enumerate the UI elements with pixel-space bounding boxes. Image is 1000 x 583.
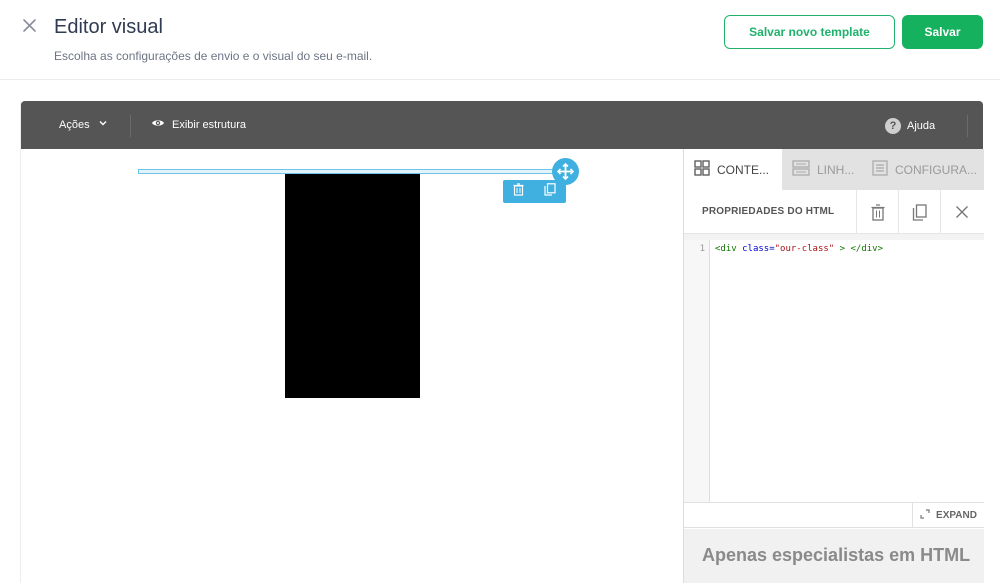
expand-label: EXPAND: [936, 510, 977, 521]
expert-notice-text: Apenas especialistas em HTML: [702, 545, 971, 565]
code-line[interactable]: <div class="our-class" > </div>: [715, 244, 883, 254]
trash-icon[interactable]: [513, 182, 524, 201]
content-block[interactable]: [285, 174, 420, 398]
save-new-template-button[interactable]: Salvar novo template: [724, 15, 895, 49]
close-icon[interactable]: [20, 16, 40, 36]
code-attr-value: "our-class": [774, 244, 835, 254]
expert-notice: Apenas especialistas em HTML: [684, 529, 984, 583]
help-button[interactable]: ? Ajuda: [885, 118, 935, 134]
rows-icon: [792, 160, 810, 179]
tab-rows-label: LINH...: [817, 162, 855, 177]
help-label: Ajuda: [907, 120, 936, 132]
grid-icon: [694, 160, 710, 179]
expand-button[interactable]: EXPAND: [912, 503, 984, 528]
page-subtitle: Escolha as configurações de envio e o vi…: [54, 49, 373, 63]
chevron-down-icon: [98, 118, 108, 131]
toolbar-divider: [130, 115, 131, 137]
code-footer: EXPAND: [684, 502, 984, 528]
editor-toolbar: Ações Exibir estrutura ? Ajuda: [21, 101, 983, 149]
duplicate-icon[interactable]: [544, 182, 556, 201]
actions-dropdown[interactable]: Ações: [59, 118, 108, 131]
help-icon: ?: [885, 118, 901, 134]
close-panel-button[interactable]: [940, 190, 982, 234]
view-structure-label: Exibir estrutura: [172, 118, 246, 131]
trash-icon: [871, 203, 884, 221]
toolbar-divider: [967, 115, 968, 137]
expand-icon: [920, 509, 930, 522]
code-tag-close: > </div>: [834, 244, 884, 254]
settings-doc-icon: [872, 160, 888, 179]
line-number: 1: [699, 244, 705, 254]
view-structure-button[interactable]: Exibir estrutura: [151, 118, 246, 131]
code-tag-open: <div: [715, 244, 737, 254]
properties-panel: CONTE... LINH... CONFIGURA... PROPRIEDAD…: [683, 149, 984, 583]
tab-settings-label: CONFIGURA...: [895, 162, 978, 177]
properties-title: PROPRIEDADES DO HTML: [702, 206, 835, 217]
page-title: Editor visual: [54, 16, 163, 38]
block-tools: [503, 180, 566, 203]
actions-label: Ações: [59, 118, 90, 131]
line-gutter: 1: [684, 240, 710, 502]
duplicate-block-button[interactable]: [898, 190, 940, 234]
editor-header: Editor visual Escolha as configurações d…: [0, 0, 1000, 80]
eye-icon: [151, 118, 165, 131]
tab-content-label: CONTE...: [717, 162, 770, 177]
delete-block-button[interactable]: [856, 190, 898, 234]
close-icon: [955, 206, 968, 218]
tab-content[interactable]: CONTE...: [684, 149, 782, 190]
duplicate-icon: [912, 203, 927, 221]
tab-settings[interactable]: CONFIGURA...: [862, 149, 984, 190]
code-attr-name: class=: [736, 244, 775, 254]
save-button[interactable]: Salvar: [902, 15, 983, 49]
tab-rows[interactable]: LINH...: [782, 149, 862, 190]
email-canvas[interactable]: [21, 149, 683, 583]
html-code-editor[interactable]: 1 <div class="our-class" > </div>: [684, 234, 984, 502]
panel-tabs: CONTE... LINH... CONFIGURA...: [684, 149, 984, 190]
html-properties-bar: PROPRIEDADES DO HTML: [684, 190, 984, 234]
visual-editor: Ações Exibir estrutura ? Ajuda CONTE... …: [20, 101, 984, 583]
